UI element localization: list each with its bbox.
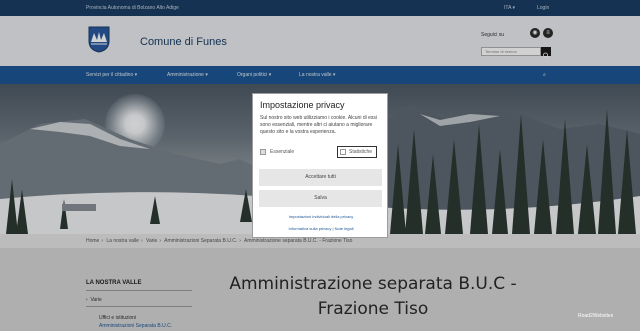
dialog-title: Impostazione privacy xyxy=(260,100,345,110)
save-button[interactable]: Salva xyxy=(259,190,382,207)
essential-label: Essenziale xyxy=(270,149,295,155)
statistics-checkbox[interactable] xyxy=(340,149,346,155)
dialog-text: Sul nostro sito web utilizziamo i cookie… xyxy=(260,115,377,135)
accept-all-button[interactable]: Accettare tutti xyxy=(259,169,382,186)
privacy-dialog: Impostazione privacy Sul nostro sito web… xyxy=(252,93,388,238)
individual-privacy-settings-link[interactable]: Impostazioni individuali della privacy xyxy=(253,214,389,219)
watermark-text: Road2Websites xyxy=(578,313,614,319)
statistics-label: Statistiche xyxy=(349,149,373,155)
essential-checkbox[interactable] xyxy=(260,149,266,155)
privacy-policy-link[interactable]: Informativa sulla privacy | Note legali xyxy=(253,226,389,231)
